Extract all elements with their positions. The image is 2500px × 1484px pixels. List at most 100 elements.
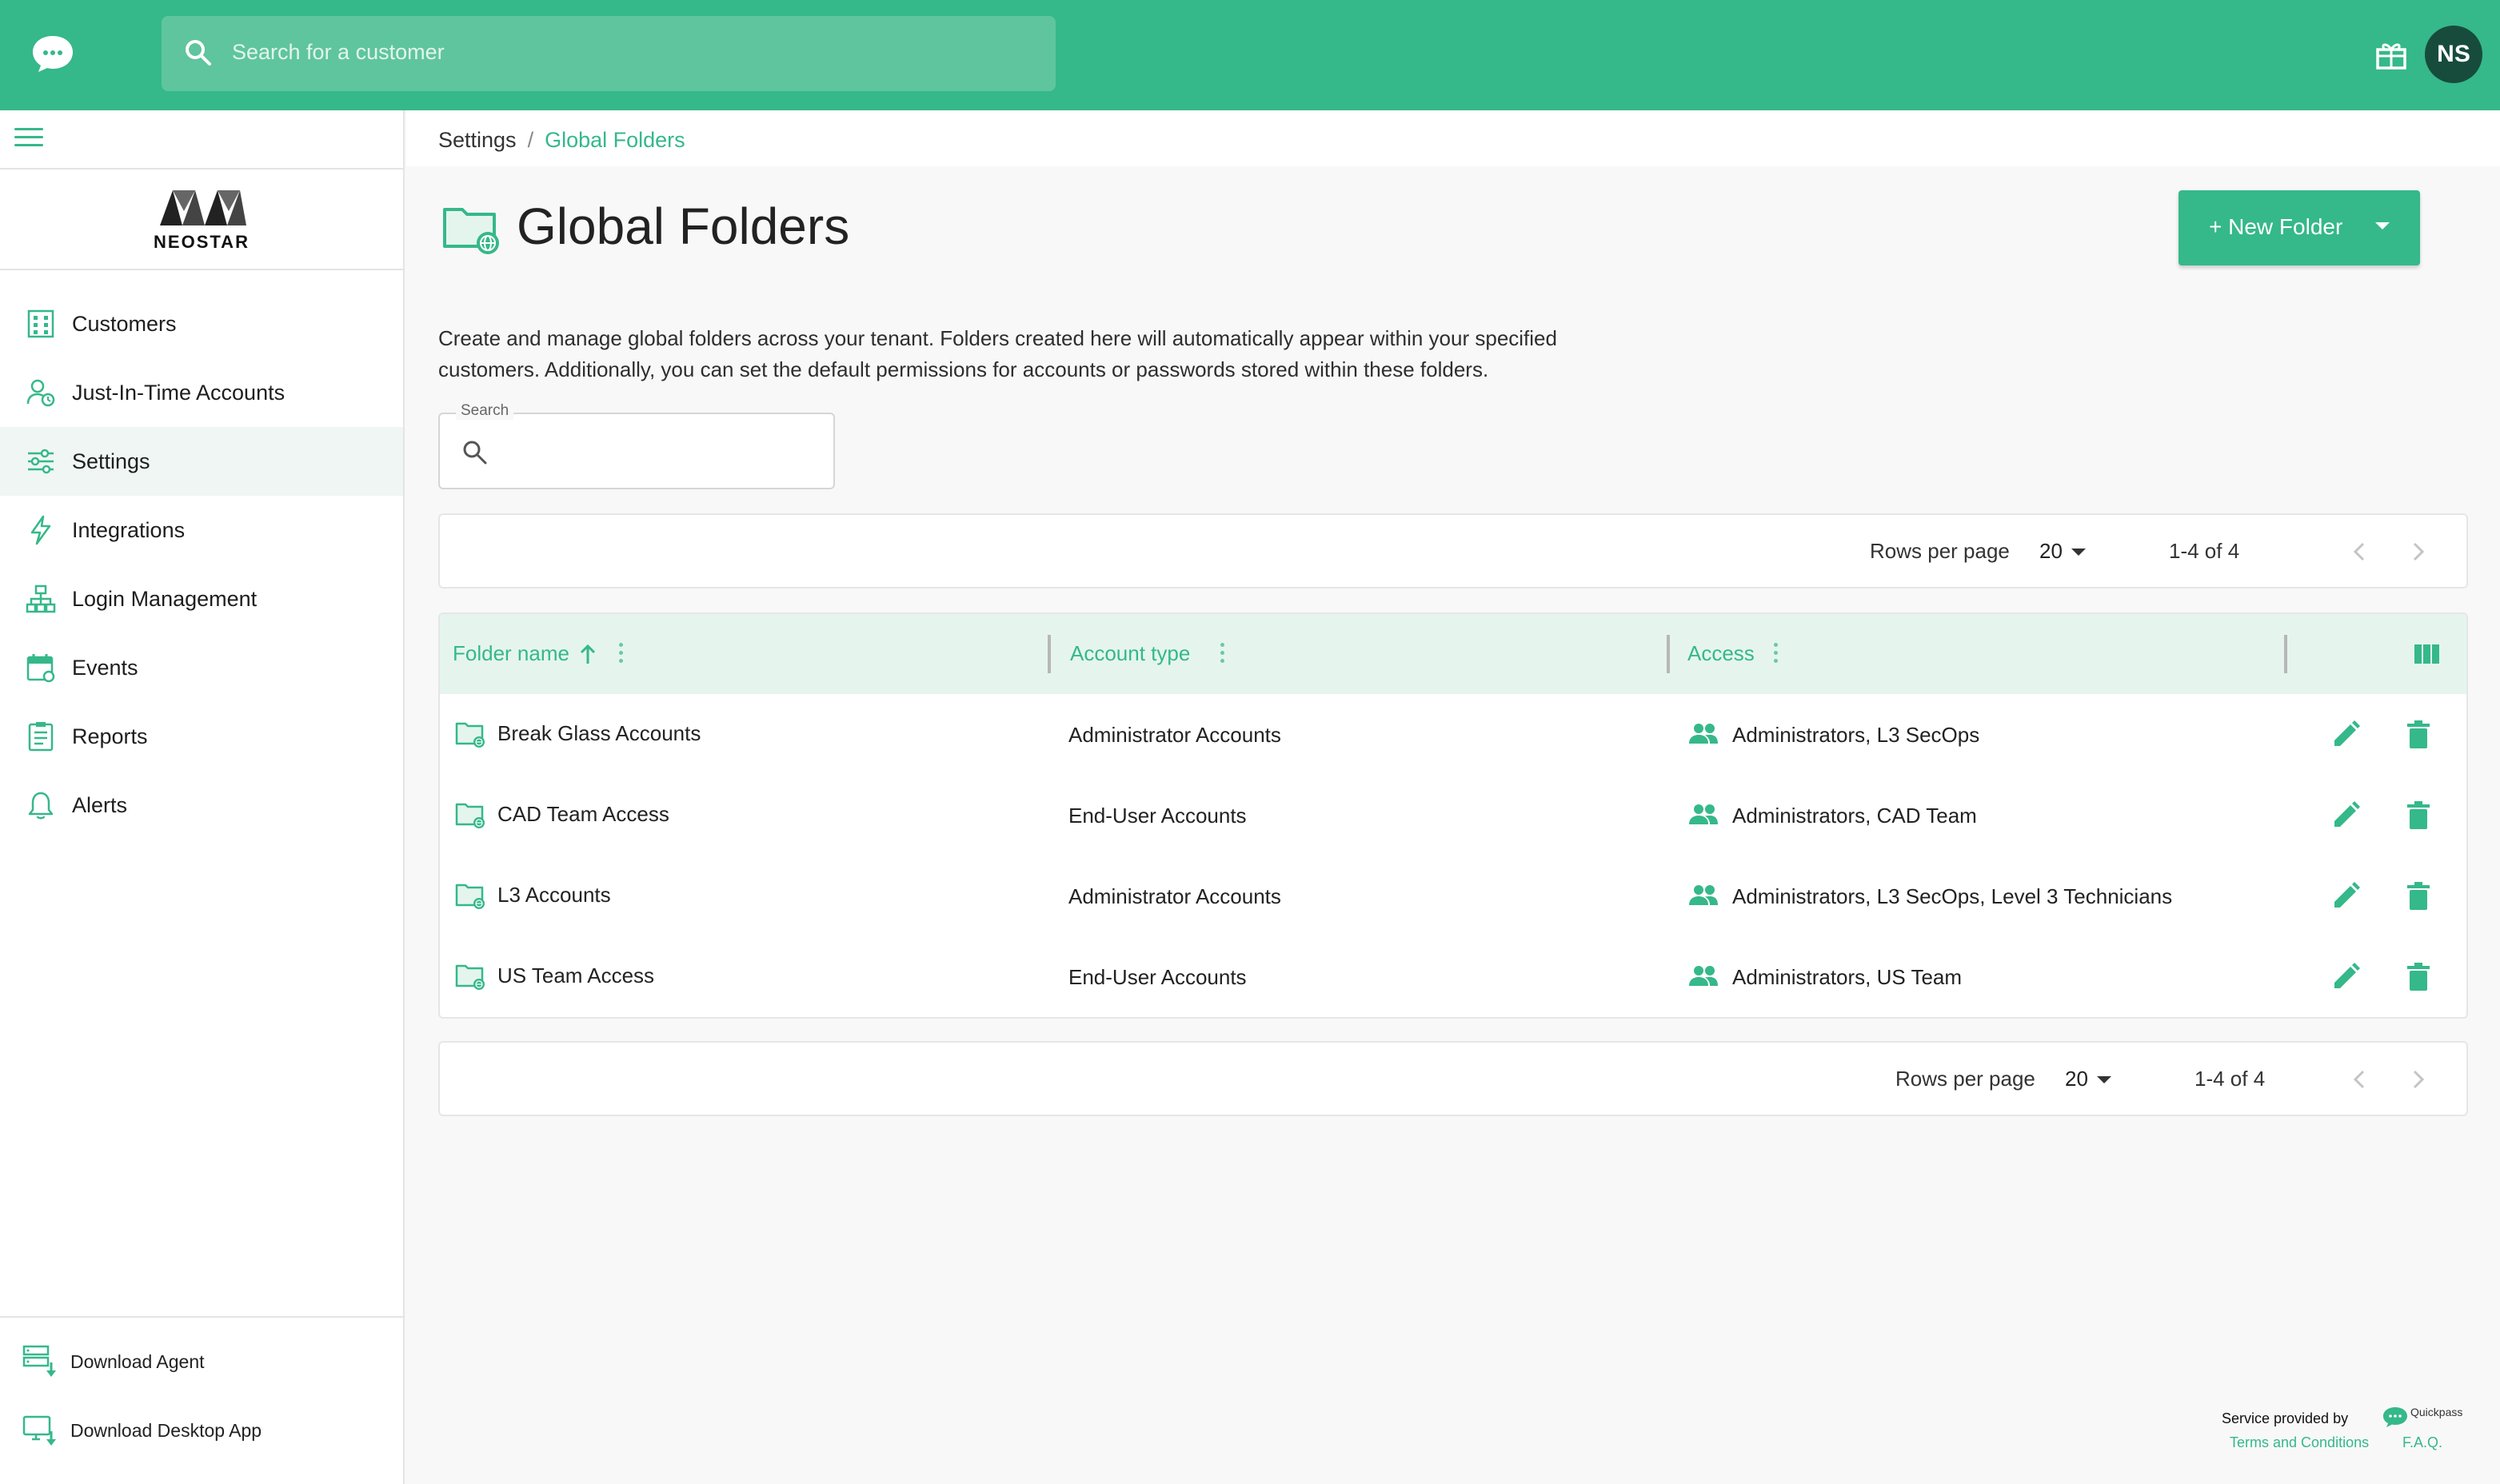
user-avatar[interactable]: NS — [2425, 26, 2482, 83]
column-menu-icon[interactable] — [619, 643, 625, 665]
account-type: Administrator Accounts — [1068, 723, 1281, 747]
pagination-range: 1-4 of 4 — [2169, 539, 2240, 563]
sort-ascending-icon[interactable] — [579, 643, 597, 665]
chevron-left-icon[interactable] — [2348, 1065, 2372, 1094]
global-folder-icon — [455, 884, 485, 909]
chevron-right-icon[interactable] — [2406, 537, 2430, 566]
folder-name: US Team Access — [497, 963, 655, 987]
sidebar-item-integrations[interactable]: Integrations — [0, 496, 403, 564]
table-row[interactable]: Break Glass Accounts Administrator Accou… — [440, 694, 2466, 775]
terms-and-conditions-link[interactable]: Terms and Conditions — [2230, 1434, 2369, 1451]
sliders-icon — [28, 449, 54, 474]
breadcrumb-parent-link[interactable]: Settings — [438, 128, 517, 152]
chevron-left-icon[interactable] — [2348, 537, 2372, 566]
group-icon — [1689, 724, 1718, 744]
page-title: Global Folders — [517, 197, 850, 255]
sidebar-item-alerts[interactable]: Alerts — [0, 771, 403, 840]
sidebar-item-customers[interactable]: Customers — [0, 289, 403, 358]
service-provided-text: Service provided by — [2222, 1410, 2349, 1426]
new-folder-button[interactable]: + New Folder — [2179, 190, 2420, 265]
group-icon — [1689, 966, 1718, 986]
table-row[interactable]: CAD Team Access End-User Accounts Admini… — [440, 775, 2466, 856]
columns-icon[interactable] — [2414, 643, 2441, 665]
column-header-folder-name[interactable]: Folder name — [453, 641, 569, 666]
sidebar: NEOSTAR Customers Just-In-Time Accounts … — [0, 110, 405, 1484]
column-resize-handle[interactable] — [1048, 635, 1051, 673]
sidebar-item-label: Reports — [72, 724, 148, 748]
access-groups: Administrators, L3 SecOps — [1732, 723, 1980, 747]
delete-trash-icon[interactable] — [2406, 720, 2431, 750]
rows-per-page-select[interactable]: 20 — [2065, 1067, 2088, 1091]
sidebar-divider — [0, 168, 405, 170]
rows-per-page-caret-icon[interactable] — [2071, 549, 2086, 556]
edit-pencil-icon[interactable] — [2330, 962, 2361, 992]
hamburger-menu-icon[interactable] — [14, 128, 43, 149]
folder-search-input[interactable]: Search — [438, 402, 835, 489]
download-desktop-app-link[interactable]: Download Desktop App — [0, 1406, 403, 1454]
folders-table: Folder name Account type Access Break Gl… — [438, 612, 2468, 1019]
search-icon — [463, 441, 487, 465]
customer-search-input[interactable]: Search for a customer — [162, 16, 1056, 91]
pagination-bottom: Rows per page 20 1-4 of 4 — [438, 1041, 2468, 1116]
account-type: End-User Accounts — [1068, 965, 1247, 989]
rows-per-page-label: Rows per page — [1870, 539, 2010, 563]
sidebar-item-label: Integrations — [72, 517, 186, 542]
sidebar-divider — [0, 1316, 405, 1318]
folder-name: L3 Accounts — [497, 883, 611, 907]
access-groups: Administrators, US Team — [1732, 965, 1963, 989]
dropdown-caret-icon[interactable] — [2375, 222, 2390, 229]
delete-trash-icon[interactable] — [2406, 800, 2431, 831]
table-row[interactable]: US Team Access End-User Accounts Adminis… — [440, 936, 2466, 1017]
folder-name: CAD Team Access — [497, 802, 669, 826]
sidebar-item-just-in-time-accounts[interactable]: Just-In-Time Accounts — [0, 358, 403, 427]
download-agent-link[interactable]: Download Agent — [0, 1337, 403, 1385]
sidebar-item-events[interactable]: Events — [0, 633, 403, 702]
column-header-access[interactable]: Access — [1687, 641, 1755, 666]
rows-per-page-caret-icon[interactable] — [2097, 1076, 2111, 1083]
group-icon — [1689, 804, 1718, 824]
global-folder-icon — [455, 722, 485, 748]
chat-logo-icon[interactable] — [30, 34, 75, 74]
delete-trash-icon[interactable] — [2406, 881, 2431, 912]
bolt-icon — [30, 515, 51, 545]
column-resize-handle[interactable] — [1667, 635, 1670, 673]
folder-name: Break Glass Accounts — [497, 721, 701, 745]
account-type: Administrator Accounts — [1068, 884, 1281, 908]
footer: Service provided by Quickpass Terms and … — [2218, 1402, 2474, 1458]
rows-per-page-select[interactable]: 20 — [2039, 539, 2063, 564]
chevron-right-icon[interactable] — [2406, 1065, 2430, 1094]
pagination-range: 1-4 of 4 — [2194, 1067, 2266, 1091]
download-agent-label: Download Agent — [70, 1351, 205, 1372]
gift-icon[interactable] — [2375, 40, 2407, 70]
column-resize-handle[interactable] — [2284, 635, 2287, 673]
download-desktop-app-label: Download Desktop App — [70, 1420, 262, 1441]
calendar-icon — [26, 654, 55, 683]
sidebar-item-label: Events — [72, 655, 138, 680]
account-type: End-User Accounts — [1068, 804, 1247, 828]
bell-icon — [28, 792, 54, 820]
breadcrumb: Settings / Global Folders — [438, 128, 685, 153]
sitemap-icon — [26, 584, 56, 613]
column-menu-icon[interactable] — [1774, 643, 1780, 665]
access-groups: Administrators, L3 SecOps, Level 3 Techn… — [1732, 884, 2173, 908]
new-folder-label: + New Folder — [2209, 214, 2343, 239]
faq-link[interactable]: F.A.Q. — [2402, 1434, 2442, 1451]
column-menu-icon[interactable] — [1220, 643, 1227, 665]
sidebar-item-label: Customers — [72, 311, 177, 336]
breadcrumb-current: Global Folders — [545, 128, 685, 152]
sidebar-item-reports[interactable]: Reports — [0, 702, 403, 771]
sidebar-item-settings[interactable]: Settings — [0, 427, 403, 496]
building-icon — [27, 309, 54, 338]
quickpass-logo-icon — [2383, 1407, 2407, 1427]
edit-pencil-icon[interactable] — [2330, 800, 2361, 831]
column-header-account-type[interactable]: Account type — [1070, 641, 1190, 666]
sidebar-item-label: Login Management — [72, 586, 258, 611]
edit-pencil-icon[interactable] — [2330, 881, 2361, 912]
breadcrumb-separator: / — [527, 128, 534, 152]
table-row[interactable]: L3 Accounts Administrator Accounts Admin… — [440, 856, 2466, 936]
edit-pencil-icon[interactable] — [2330, 720, 2361, 750]
delete-trash-icon[interactable] — [2406, 962, 2431, 992]
sidebar-item-login-management[interactable]: Login Management — [0, 564, 403, 633]
quickpass-logo-text: Quickpass — [2410, 1406, 2463, 1418]
sidebar-item-label: Settings — [72, 449, 150, 473]
